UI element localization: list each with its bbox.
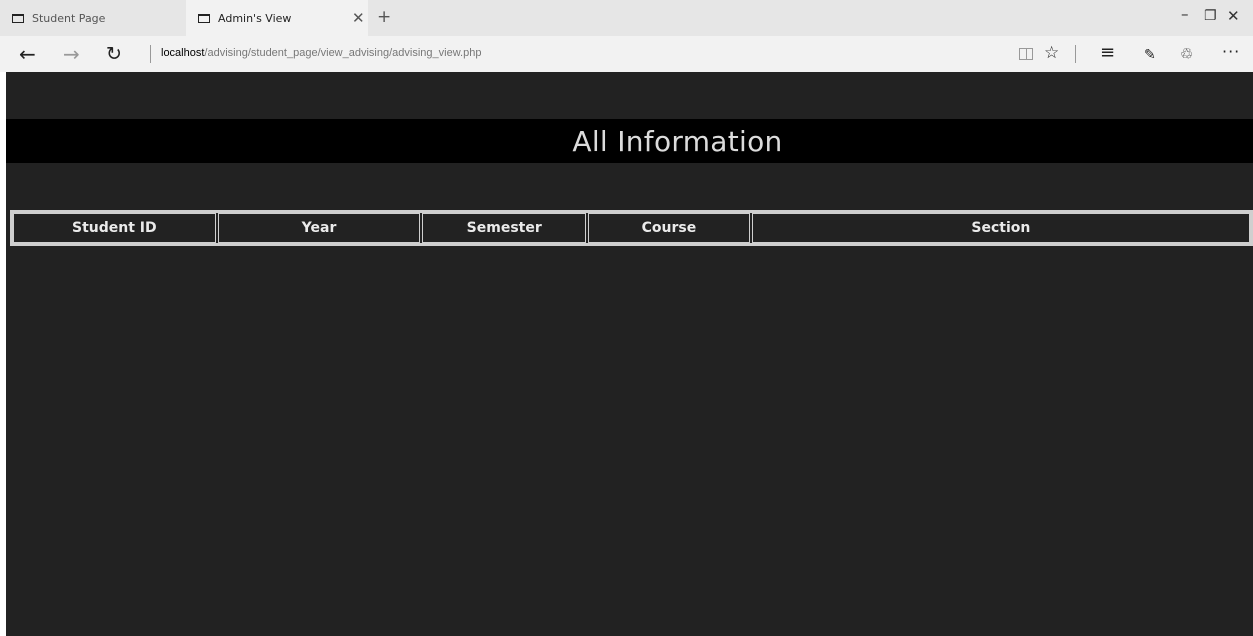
url-field[interactable]: localhost/advising/student_page/view_adv… xyxy=(161,47,481,59)
back-arrow-icon[interactable]: ← xyxy=(19,42,36,66)
divider xyxy=(150,45,151,63)
web-note-icon[interactable]: ✎ xyxy=(1144,45,1156,65)
close-window-icon[interactable]: ✕ xyxy=(1227,7,1240,25)
advising-table: Student ID Year Semester Course Section xyxy=(10,210,1253,246)
tab-admins-view[interactable]: Admin's View xyxy=(186,0,368,36)
url-path: /advising/student_page/view_advising/adv… xyxy=(204,47,482,59)
more-icon[interactable]: ··· xyxy=(1222,42,1240,62)
divider xyxy=(1075,45,1076,63)
tab-student-page[interactable]: Student Page xyxy=(0,0,186,36)
page-content: All Information Student ID Year Semester… xyxy=(6,72,1253,636)
page-icon xyxy=(12,13,24,23)
close-tab-icon[interactable]: ✕ xyxy=(352,9,365,27)
column-header-year: Year xyxy=(217,213,421,243)
browser-tab-bar: Student Page Admin's View ✕ + – ❐ ✕ xyxy=(0,0,1253,36)
new-tab-button[interactable]: + xyxy=(377,7,391,27)
favorite-star-icon[interactable]: ☆ xyxy=(1044,43,1059,63)
browser-address-bar: ← → ↻ localhost/advising/student_page/vi… xyxy=(0,36,1253,72)
column-header-course: Course xyxy=(588,213,750,243)
restore-window-icon[interactable]: ❐ xyxy=(1204,8,1217,24)
forward-arrow-icon[interactable]: → xyxy=(63,42,80,66)
column-header-student-id: Student ID xyxy=(13,213,216,243)
refresh-icon[interactable]: ↻ xyxy=(106,42,122,66)
column-header-section: Section xyxy=(751,213,1250,243)
tab-label: Student Page xyxy=(32,11,106,25)
tab-label: Admin's View xyxy=(218,11,292,25)
page-icon xyxy=(198,13,210,23)
title-banner: All Information xyxy=(6,119,1253,163)
column-header-semester: Semester xyxy=(422,213,587,243)
page-title: All Information xyxy=(572,124,783,158)
reading-view-icon[interactable] xyxy=(1019,48,1033,60)
table-header-row: Student ID Year Semester Course Section xyxy=(13,213,1250,243)
share-icon[interactable]: ♲ xyxy=(1180,44,1193,64)
url-host: localhost xyxy=(161,47,205,59)
hub-icon[interactable]: ≡ xyxy=(1100,43,1115,63)
minimize-window-icon[interactable]: – xyxy=(1181,5,1189,23)
